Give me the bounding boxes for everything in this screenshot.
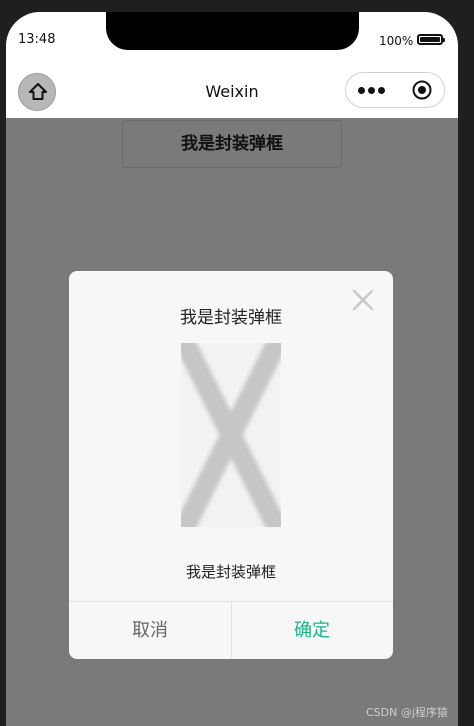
- battery-percentage: 100%: [379, 34, 414, 48]
- modal-dialog: 我是封装弹框 我是封装弹框 取消 确定: [69, 271, 393, 659]
- watermark: CSDN @j程序猿: [366, 706, 448, 719]
- status-time: 13:48: [18, 32, 56, 47]
- close-icon-image: [181, 343, 281, 527]
- close-icon[interactable]: [351, 288, 375, 312]
- modal-content-text: 我是封装弹框: [185, 563, 276, 581]
- notch: [106, 12, 359, 50]
- cancel-button[interactable]: 取消: [69, 602, 231, 659]
- page-title: 我是封装弹框: [122, 120, 342, 168]
- phone-screen: 13:48 100% Weixin 我是封装弹框 我是封装弹框 我是封装弹框 取…: [6, 12, 458, 726]
- mini-program-capsule: [345, 72, 445, 108]
- modal-footer: 取消 确定: [69, 601, 393, 659]
- more-dots-icon[interactable]: [358, 87, 388, 95]
- confirm-button[interactable]: 确定: [231, 602, 393, 659]
- modal-title: 我是封装弹框: [180, 308, 282, 328]
- navigation-bar: Weixin: [6, 70, 458, 118]
- battery-icon: [417, 34, 445, 45]
- top-bar: 13:48 100% Weixin: [6, 12, 458, 118]
- target-icon[interactable]: [412, 80, 432, 100]
